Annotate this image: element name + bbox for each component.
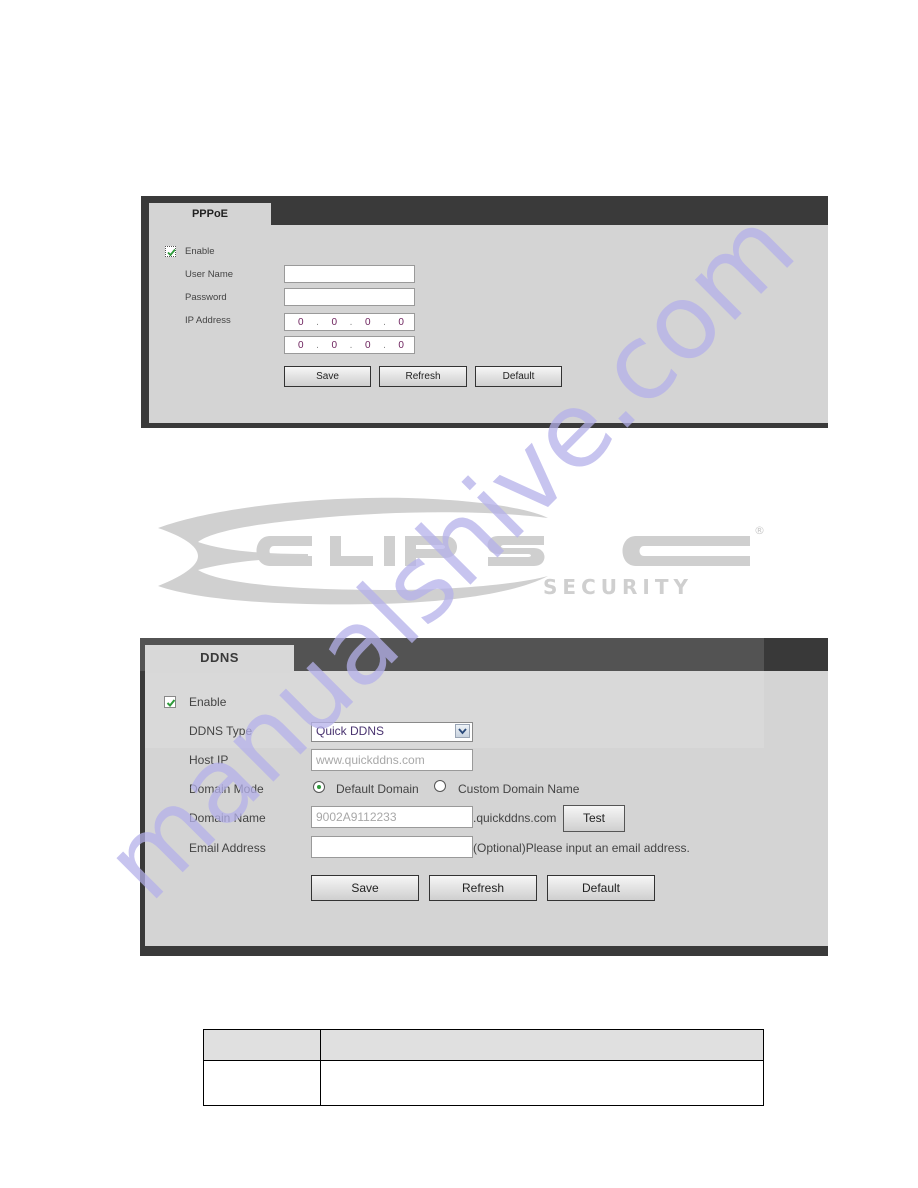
pppoe-panel-body	[149, 225, 828, 423]
domain-name-label: Domain Name	[189, 811, 266, 825]
test-button[interactable]: Test	[563, 805, 625, 832]
chevron-down-icon[interactable]	[455, 724, 470, 738]
ip-dot: .	[349, 316, 353, 328]
ddns-default-button[interactable]: Default	[547, 875, 655, 901]
checkmark-icon	[166, 699, 176, 707]
tab-pppoe[interactable]: PPPoE	[149, 203, 271, 227]
email-hint: (Optional)Please input an email address.	[473, 841, 690, 855]
pppoe-default-button[interactable]: Default	[475, 366, 562, 387]
ip-dot: .	[383, 339, 386, 351]
custom-domain-label: Custom Domain Name	[458, 782, 580, 796]
ip-dot: .	[316, 339, 319, 351]
default-domain-radio[interactable]	[313, 781, 325, 793]
host-ip-label: Host IP	[189, 753, 229, 767]
table-cell	[320, 1060, 764, 1106]
ip-dot: .	[316, 316, 319, 328]
ip-address-input[interactable]: 0. 0. 0. 0	[284, 313, 415, 331]
email-address-label: Email Address	[189, 841, 266, 855]
ip-octet-3[interactable]: 0	[365, 317, 371, 328]
ddns-panel: DDNS	[140, 638, 828, 956]
user-name-label: User Name	[185, 269, 234, 280]
ddns-type-value: Quick DDNS	[316, 724, 385, 738]
eclipse-security-logo: SECURITY ®	[158, 497, 765, 605]
ddns-enable-label: Enable	[189, 695, 227, 709]
table-header-parameter	[203, 1029, 321, 1061]
tab-ddns[interactable]: DDNS	[145, 645, 294, 673]
ip-octet-3[interactable]: 0	[365, 340, 371, 351]
radio-selected-dot	[317, 785, 321, 789]
ddns-refresh-button[interactable]: Refresh	[429, 875, 537, 901]
password-label: Password	[185, 292, 227, 303]
checkmark-icon	[167, 248, 176, 257]
pppoe-enable-label: Enable	[185, 246, 215, 257]
pppoe-save-button[interactable]: Save	[284, 366, 371, 387]
pppoe-panel: PPPoE	[141, 196, 828, 428]
custom-domain-radio[interactable]	[434, 780, 446, 792]
ddns-type-select[interactable]: Quick DDNS	[311, 722, 473, 742]
logo-swoosh	[158, 497, 548, 605]
parameter-table	[203, 1029, 764, 1106]
pppoe-enable-checkbox[interactable]	[165, 246, 176, 257]
table-cell	[203, 1060, 321, 1106]
default-domain-label: Default Domain	[336, 782, 419, 796]
ip-octet-1[interactable]: 0	[298, 340, 304, 351]
registered-mark: ®	[754, 524, 765, 537]
user-name-input[interactable]	[284, 265, 415, 283]
host-ip-input[interactable]: www.quickddns.com	[311, 749, 473, 771]
ip-octet-4[interactable]: 0	[398, 317, 404, 328]
ip-octet-1[interactable]: 0	[298, 317, 304, 328]
domain-mode-label: Domain Mode	[189, 782, 264, 796]
logo-letters	[256, 536, 750, 566]
pppoe-refresh-button[interactable]: Refresh	[379, 366, 467, 387]
ip-dot: .	[383, 316, 386, 328]
table-row	[203, 1060, 764, 1106]
ip-octet-2[interactable]: 0	[331, 340, 337, 351]
ddns-save-button[interactable]: Save	[311, 875, 419, 901]
ddns-tab-bar-end	[764, 638, 828, 671]
ip-address-label: IP Address	[185, 315, 231, 326]
email-address-input[interactable]	[311, 836, 473, 858]
table-header-row	[203, 1029, 764, 1061]
table-header-function	[320, 1029, 764, 1061]
ddns-type-label: DDNS Type	[189, 724, 253, 738]
logo-subtitle: SECURITY	[543, 575, 693, 599]
ip-address-input-2[interactable]: 0. 0. 0. 0	[284, 336, 415, 354]
ip-octet-2[interactable]: 0	[331, 317, 337, 328]
ip-dot: .	[349, 339, 353, 351]
password-input[interactable]	[284, 288, 415, 306]
domain-name-input[interactable]: 9002A9112233	[311, 806, 473, 828]
ip-octet-4[interactable]: 0	[398, 340, 404, 351]
ddns-enable-checkbox[interactable]	[164, 696, 176, 708]
domain-suffix: .quickddns.com	[473, 811, 557, 825]
